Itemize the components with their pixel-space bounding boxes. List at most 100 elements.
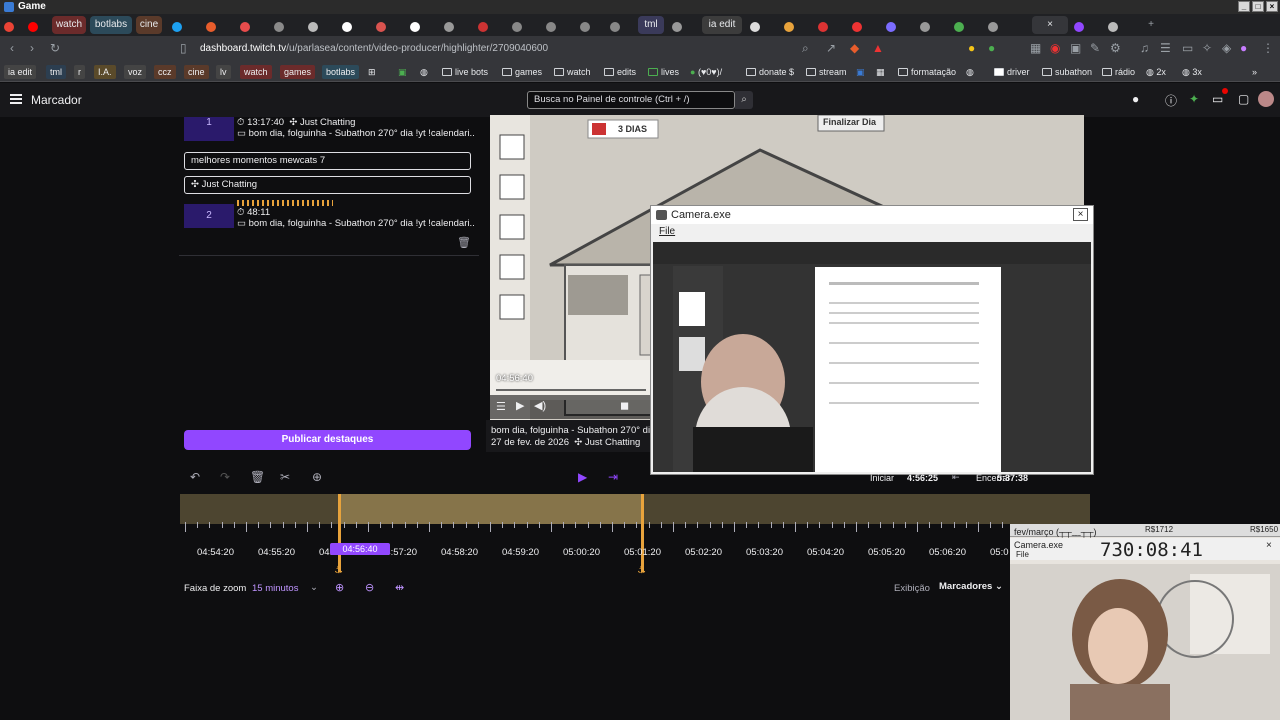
bookmark-2x[interactable]: ◍ 2x	[1146, 65, 1166, 79]
more-bookmarks-icon[interactable]: »	[1252, 65, 1257, 79]
bookmark-driver[interactable]: driver	[994, 65, 1030, 79]
start-pin-icon[interactable]: ⚓	[334, 565, 343, 576]
playhead-time[interactable]: 04:56:40	[330, 543, 390, 555]
view-select[interactable]: Marcadores ⌄	[939, 581, 1003, 592]
bookmark-icon[interactable]: ▯	[180, 41, 187, 55]
whispers-icon[interactable]: ▢	[1238, 92, 1249, 106]
video-progress-bar[interactable]	[496, 389, 646, 391]
bookmark-stream[interactable]: stream	[806, 65, 847, 79]
new-tab-button[interactable]: +	[1144, 16, 1158, 34]
skip-end-icon[interactable]: ⇥	[608, 470, 618, 484]
extension-icon[interactable]: ☰	[1160, 41, 1171, 55]
tab-favicon[interactable]	[342, 22, 352, 32]
extension-icon[interactable]: ◈	[1222, 41, 1231, 55]
bookmark-tag[interactable]: botlabs	[322, 65, 360, 79]
minimize-icon[interactable]: _	[1238, 1, 1250, 12]
tab-favicon[interactable]	[376, 22, 386, 32]
tab-favicon[interactable]	[784, 22, 794, 32]
tab-favicon[interactable]	[410, 22, 420, 32]
hamburger-menu-icon[interactable]	[10, 94, 22, 104]
bookmark-tag[interactable]: cine	[184, 65, 209, 79]
bookmark-tag[interactable]: watch	[240, 65, 272, 79]
bookmark-tag[interactable]: ccz	[154, 65, 176, 79]
extension-icon[interactable]: ⚙	[1110, 41, 1121, 55]
extension-icon[interactable]: ●	[988, 41, 995, 55]
add-marker-icon[interactable]: ⊕	[312, 470, 322, 484]
inbox-icon[interactable]: ▭	[1212, 92, 1223, 106]
extension-icon[interactable]: ◉	[1050, 41, 1060, 55]
extension-icon[interactable]: ▭	[1182, 41, 1193, 55]
bookmark-tag[interactable]: r	[74, 65, 85, 79]
crown-icon[interactable]: ✦	[1189, 92, 1199, 106]
trash-icon[interactable]: 🗑	[250, 470, 265, 484]
extension-icon[interactable]: ●	[968, 41, 975, 55]
bookmark-formatacao[interactable]: formatação	[898, 65, 956, 79]
tab-watch[interactable]: watch	[52, 16, 86, 34]
tab-botlabs[interactable]: botlabs	[90, 16, 132, 34]
category-input[interactable]: ✣ Just Chatting	[184, 176, 471, 194]
bookmark-live-bots[interactable]: live bots	[442, 65, 488, 79]
settings-icon[interactable]: ◼	[620, 399, 629, 412]
help-icon[interactable]: ⓘ	[1165, 92, 1177, 109]
back-icon[interactable]: ‹	[10, 41, 14, 55]
highlight-title-input[interactable]: melhores momentos mewcats 7	[184, 152, 471, 170]
bookmark-tag[interactable]: games	[280, 65, 316, 79]
tab-favicon[interactable]	[172, 22, 182, 32]
extension-icon[interactable]: ▣	[1070, 41, 1081, 55]
chevron-down-icon[interactable]: ⌄	[310, 582, 318, 593]
play-icon[interactable]: ▶	[578, 470, 587, 484]
extension-icon[interactable]: ▦	[1030, 41, 1041, 55]
redo-icon[interactable]: ↷	[220, 470, 230, 484]
bookmark-donate[interactable]: donate $	[746, 65, 794, 79]
tab-favicon[interactable]	[512, 22, 522, 32]
url-input[interactable]: dashboard.twitch.tv/u/parlasea/content/v…	[200, 39, 900, 59]
bookmark-tag[interactable]: tml	[46, 65, 66, 79]
tab-favicon[interactable]	[672, 22, 682, 32]
play-icon[interactable]: ▶	[516, 399, 524, 412]
publish-highlights-button[interactable]: Publicar destaques	[184, 430, 471, 450]
zoom-select[interactable]: 15 minutos	[252, 583, 298, 594]
bookmark-tag[interactable]: lv	[216, 65, 231, 79]
tab-favicon[interactable]	[206, 22, 216, 32]
extension-icon[interactable]: ▦	[876, 65, 885, 79]
tab-cine[interactable]: cine	[136, 16, 162, 34]
bookmark-3x[interactable]: ◍ 3x	[1182, 65, 1202, 79]
extension-icon[interactable]: ▣	[856, 65, 865, 79]
set-start-icon[interactable]: ⇤	[952, 472, 960, 483]
active-tab[interactable]: ×	[1032, 16, 1068, 34]
extension-icon[interactable]: ✎	[1090, 41, 1100, 55]
bookmark-tag[interactable]: I.A.	[94, 65, 116, 79]
avatar[interactable]	[1258, 91, 1274, 107]
tab-favicon[interactable]	[1108, 22, 1118, 32]
fit-icon[interactable]: ⇹	[395, 581, 404, 594]
tab-favicon[interactable]	[610, 22, 620, 32]
bookmark-games[interactable]: games	[502, 65, 542, 79]
tab-favicon[interactable]	[240, 22, 250, 32]
bookmark-tag[interactable]: voz	[124, 65, 147, 79]
camera-window[interactable]: Camera.exe × File	[650, 205, 1094, 475]
users-icon[interactable]: ●	[1132, 92, 1139, 106]
tab-favicon[interactable]	[920, 22, 930, 32]
music-icon[interactable]: ♫	[1140, 41, 1149, 55]
tab-favicon[interactable]	[852, 22, 862, 32]
windows-icon[interactable]	[4, 22, 14, 32]
bookmark-lives-badge[interactable]: ● (♥0♥)/	[690, 65, 722, 79]
youtube-icon[interactable]	[28, 22, 38, 32]
tab-favicon[interactable]	[750, 22, 760, 32]
tab-favicon[interactable]	[1074, 22, 1084, 32]
bookmark-watch[interactable]: watch	[554, 65, 591, 79]
extension-icon[interactable]: ✧	[1202, 41, 1212, 55]
zoom-in-icon[interactable]: ⊕	[335, 581, 344, 594]
tab-favicon[interactable]	[274, 22, 284, 32]
extension-icon[interactable]: ●	[1240, 41, 1247, 55]
tab-favicon[interactable]	[444, 22, 454, 32]
bookmark-radio[interactable]: rádio	[1102, 65, 1135, 79]
bookmark-lives[interactable]: lives	[648, 65, 679, 79]
rewards-icon[interactable]: ▲	[872, 41, 884, 55]
reload-icon[interactable]: ↻	[50, 41, 60, 55]
tab-favicon[interactable]	[954, 22, 964, 32]
chapters-icon[interactable]: ☰	[496, 400, 506, 413]
search-input[interactable]: Busca no Painel de controle (Ctrl + /)	[527, 91, 735, 109]
close-icon[interactable]: ×	[1073, 208, 1088, 221]
tab-favicon[interactable]	[818, 22, 828, 32]
